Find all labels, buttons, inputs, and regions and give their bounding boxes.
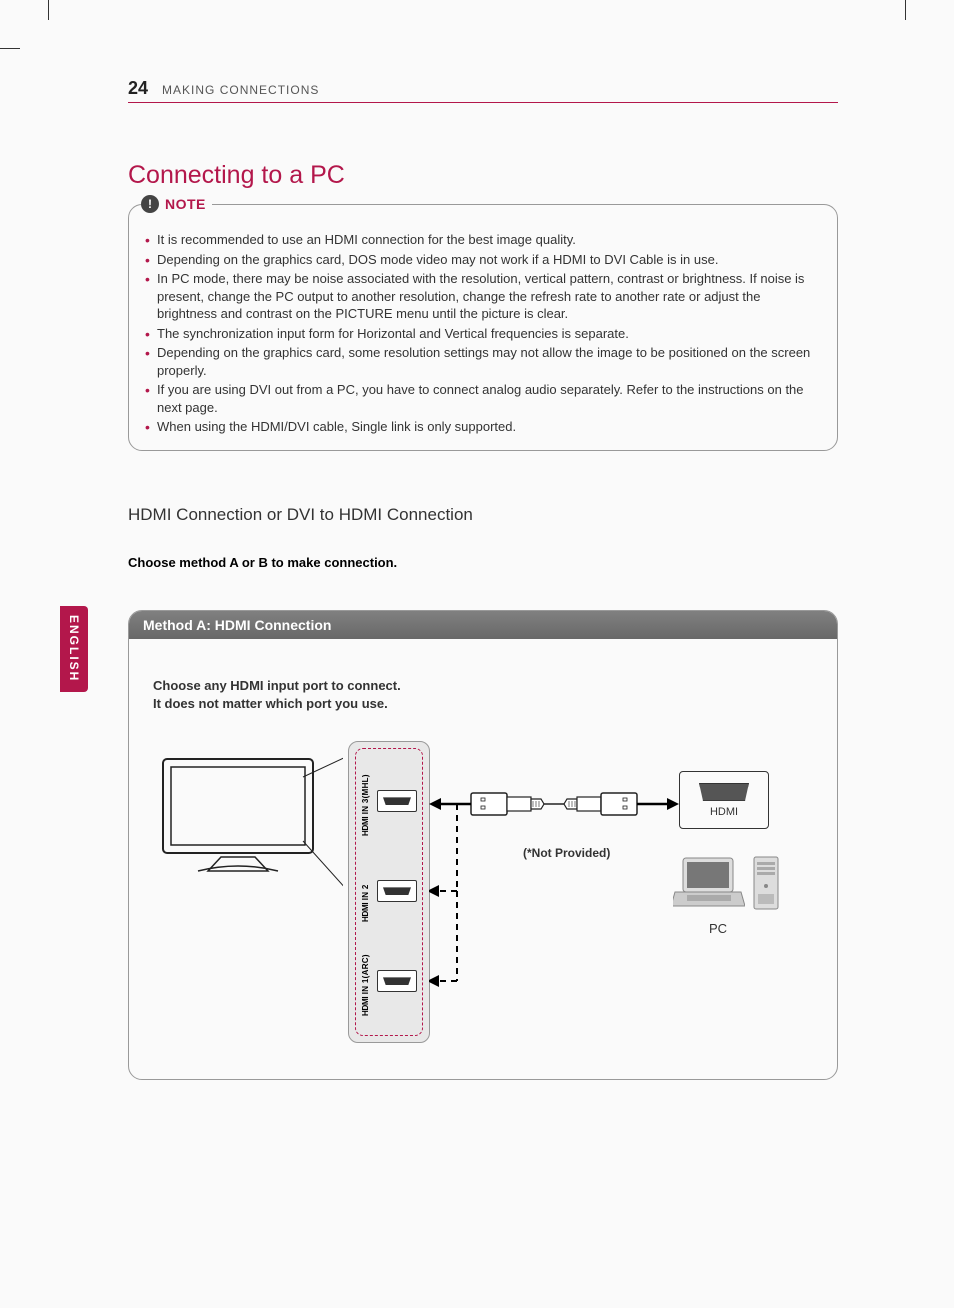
method-title-bar: Method A: HDMI Connection	[129, 611, 837, 639]
note-item: Depending on the graphics card, some res…	[143, 344, 823, 379]
subheading: HDMI Connection or DVI to HDMI Connectio…	[128, 505, 838, 525]
crop-mark	[905, 0, 906, 20]
note-item: Depending on the graphics card, DOS mode…	[143, 251, 823, 269]
language-tab: ENGLISH	[60, 606, 88, 692]
hdmi-port-panel: HDMI IN 3(MHL) HDMI IN 2 HDMI IN 1(ARC)	[348, 741, 430, 1043]
page-content: 24 MAKING CONNECTIONS Connecting to a PC…	[128, 78, 838, 1080]
hdmi-out-label: HDMI	[710, 806, 738, 818]
connection-diagram: HDMI IN 3(MHL) HDMI IN 2 HDMI IN 1(ARC)	[153, 741, 813, 1061]
tv-icon	[153, 751, 343, 891]
hdmi-port-2	[377, 880, 417, 902]
laptop-icon	[673, 856, 745, 911]
method-body: Choose any HDMI input port to connect. I…	[129, 639, 837, 1079]
hdmi-port-3	[377, 790, 417, 812]
note-box: ! NOTE It is recommended to use an HDMI …	[128, 204, 838, 451]
hdmi-slot-icon	[699, 783, 749, 801]
pc-hdmi-output: HDMI	[679, 771, 769, 829]
note-label: NOTE	[165, 196, 206, 212]
pc-tower-icon	[753, 856, 781, 911]
hdmi-cable	[429, 791, 679, 1001]
method-desc-line: It does not matter which port you use.	[153, 696, 388, 711]
port-label-3: HDMI IN 3(MHL)	[361, 764, 370, 836]
note-item: The synchronization input form for Horiz…	[143, 325, 823, 343]
note-item: When using the HDMI/DVI cable, Single li…	[143, 418, 823, 436]
page-title: Connecting to a PC	[128, 161, 838, 190]
note-list: It is recommended to use an HDMI connect…	[143, 231, 823, 436]
crop-mark	[0, 48, 20, 49]
note-item: It is recommended to use an HDMI connect…	[143, 231, 823, 249]
method-a-box: Method A: HDMI Connection Choose any HDM…	[128, 610, 838, 1080]
instruction-text: Choose method A or B to make connection.	[128, 555, 838, 570]
note-item: In PC mode, there may be noise associate…	[143, 270, 823, 323]
page-header: 24 MAKING CONNECTIONS	[128, 78, 838, 103]
note-item: If you are using DVI out from a PC, you …	[143, 381, 823, 416]
port-label-1: HDMI IN 1(ARC)	[361, 944, 370, 1016]
not-provided-label: (*Not Provided)	[523, 846, 610, 860]
port-label-2: HDMI IN 2	[361, 860, 370, 922]
hdmi-port-1	[377, 970, 417, 992]
running-head: MAKING CONNECTIONS	[162, 83, 319, 97]
page-number: 24	[128, 78, 148, 99]
pc-label: PC	[709, 921, 727, 936]
method-desc-line: Choose any HDMI input port to connect.	[153, 678, 401, 693]
info-icon: !	[141, 195, 159, 213]
crop-mark	[48, 0, 49, 20]
method-description: Choose any HDMI input port to connect. I…	[153, 677, 813, 713]
note-header: ! NOTE	[141, 195, 212, 213]
